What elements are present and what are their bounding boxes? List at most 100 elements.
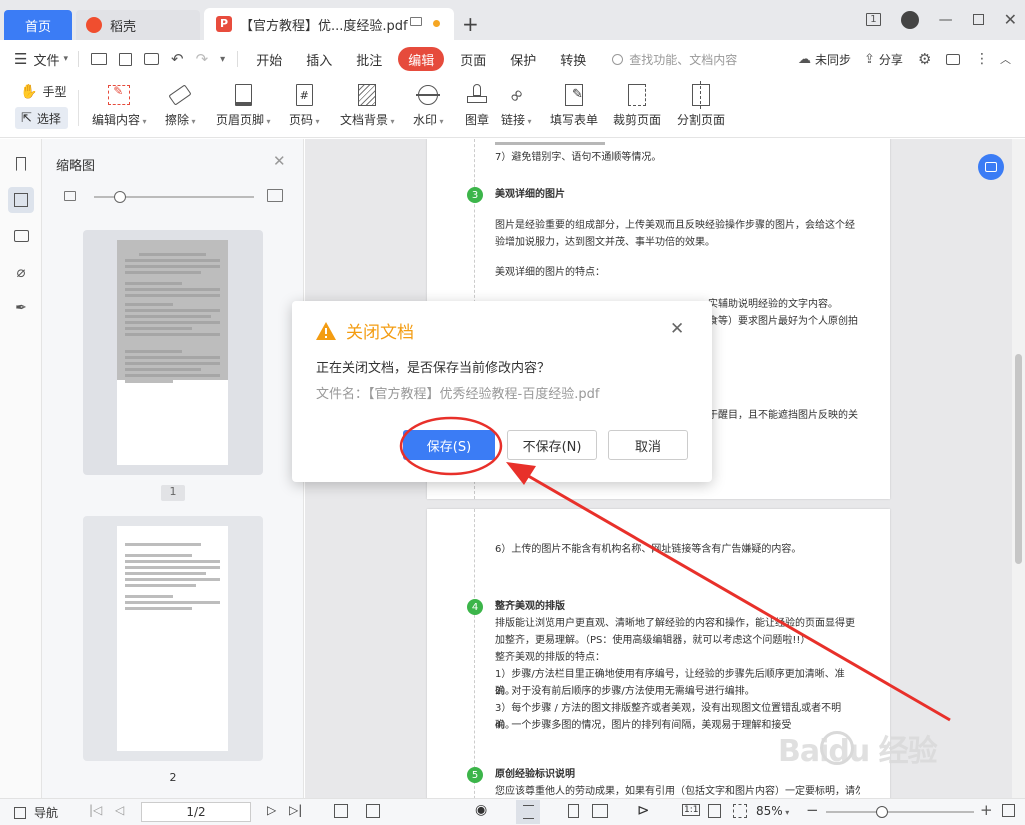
ribbon-toolbar: ✋ 手型 ⇱ 选择 ✎ 编辑内容 ▾ 擦除 ▾ 页眉页脚 ▾ # 页码 ▾ 文档…	[0, 78, 1025, 138]
cancel-button[interactable]: 取消	[608, 430, 688, 460]
text-fragment-2: 食等）要求图片最好为个人原创拍	[708, 316, 858, 327]
prev-page-icon[interactable]: ◁	[115, 803, 124, 817]
comment-icon[interactable]	[946, 53, 960, 65]
zoom-out-icon[interactable]: −	[806, 801, 819, 819]
thumbnail-page-1[interactable]	[83, 230, 263, 475]
menu-page[interactable]: 页面	[448, 47, 498, 71]
close-window-icon[interactable]: ✕	[1004, 10, 1017, 29]
zoom-slider[interactable]	[826, 806, 974, 818]
sync-label: 未同步	[815, 52, 852, 67]
watermark-icon	[415, 82, 441, 108]
thumbnail-icon[interactable]	[8, 187, 34, 213]
tab-home[interactable]: 首页	[4, 10, 72, 40]
zoom-settings-icon[interactable]	[733, 804, 747, 818]
thumbnail-page-2-image	[117, 526, 228, 751]
save-button[interactable]: 保存(S)	[403, 430, 495, 460]
thumbnail-page-1-number: 1	[161, 485, 185, 501]
open-folder-icon[interactable]	[91, 53, 107, 65]
header-footer-button[interactable]: 页眉页脚 ▾	[216, 82, 271, 128]
sync-button[interactable]: ☁ 未同步	[798, 51, 851, 68]
print-icon[interactable]	[144, 53, 159, 65]
small-image-icon[interactable]	[64, 191, 76, 201]
watermark-label: 水印 ▾	[413, 113, 444, 127]
page-input[interactable]: 1/2	[141, 802, 251, 822]
maximize-icon[interactable]	[972, 14, 984, 25]
collapse-ribbon-icon[interactable]: ︿	[1000, 51, 1011, 67]
erase-button[interactable]: 擦除 ▾	[165, 82, 196, 128]
baidu-watermark: Baidu 经验	[778, 726, 938, 770]
new-tab-icon[interactable]: +	[462, 12, 479, 36]
share-button[interactable]: ⇪ 分享	[864, 51, 903, 68]
dont-save-button[interactable]: 不保存(N)	[507, 430, 597, 460]
vertical-scrollbar[interactable]	[1012, 139, 1025, 798]
next-page-icon[interactable]: ▷	[267, 803, 276, 817]
split-page-button[interactable]: 分割页面	[677, 81, 725, 128]
avatar[interactable]	[900, 10, 919, 29]
step-3-badge: 3	[467, 187, 483, 203]
page-number-button[interactable]: # 页码 ▾	[289, 82, 320, 128]
menu-insert[interactable]: 插入	[294, 47, 344, 71]
tab-wps[interactable]: 稻壳	[76, 10, 200, 40]
tab-document[interactable]: P 【官方教程】优...度经验.pdf	[204, 8, 454, 40]
zoom-level[interactable]: 85% ▾	[756, 804, 789, 818]
hamburger-icon[interactable]: ☰	[14, 50, 27, 68]
search-bar[interactable]: 查找功能、文档内容	[612, 51, 737, 68]
enter-icon[interactable]	[366, 804, 380, 818]
scrollbar-thumb[interactable]	[1015, 354, 1022, 564]
navigation-toggle[interactable]: 导航	[14, 804, 58, 821]
redo-icon[interactable]: ↷	[196, 50, 209, 68]
monitor-icon[interactable]	[410, 17, 422, 26]
first-page-icon[interactable]: |◁	[89, 803, 102, 817]
fullscreen-icon[interactable]	[1002, 804, 1015, 817]
more-dropdown-icon[interactable]: ▾	[220, 54, 225, 65]
floating-translate-button[interactable]	[978, 154, 1004, 180]
fit-page-icon[interactable]	[708, 804, 721, 818]
dialog-close-icon[interactable]: ✕	[670, 319, 684, 339]
thumbnail-page-2[interactable]	[83, 516, 263, 761]
bookmark-icon[interactable]	[8, 151, 34, 177]
hand-tool[interactable]: ✋ 手型	[20, 83, 66, 100]
minimize-icon[interactable]: —	[939, 12, 953, 28]
link-button[interactable]: ∞ 链接 ▾	[501, 82, 532, 128]
select-tool[interactable]: ⇱ 选择	[15, 107, 68, 129]
attachment-icon[interactable]: ⌀	[8, 259, 34, 285]
actual-size-icon[interactable]: 1:1	[682, 804, 701, 816]
large-image-icon[interactable]	[267, 189, 283, 202]
double-page-icon[interactable]	[592, 804, 608, 818]
watermark-button[interactable]: 水印 ▾	[413, 82, 444, 128]
step-3-paragraph: 图片是经验重要的组成部分，上传美观而且反映经验操作步骤的图片，会给这个经验增加说…	[495, 220, 855, 248]
comment-panel-icon[interactable]	[8, 223, 34, 249]
single-page-icon[interactable]	[568, 804, 579, 818]
more-options-icon[interactable]: ⋮	[975, 51, 989, 67]
thumbnail-size-slider[interactable]	[94, 191, 254, 203]
eye-protection-icon[interactable]: ◉	[475, 802, 487, 818]
signature-icon[interactable]: ✒	[8, 295, 34, 321]
header-footer-icon	[230, 82, 256, 108]
menu-start[interactable]: 开始	[244, 47, 294, 71]
window-count-icon[interactable]: 1	[866, 13, 881, 26]
continuous-view-icon[interactable]	[516, 800, 540, 824]
doc-background-button[interactable]: 文档背景 ▾	[340, 82, 395, 128]
fill-form-button[interactable]: ✎ 填写表单	[550, 82, 598, 128]
save-icon[interactable]	[119, 52, 132, 66]
settings-gear-icon[interactable]: ⚙	[918, 50, 931, 68]
slider-thumb[interactable]	[114, 191, 126, 203]
zoom-in-icon[interactable]: +	[980, 801, 993, 819]
menu-file[interactable]: 文件 ▾	[27, 47, 72, 71]
edit-content-button[interactable]: ✎ 编辑内容 ▾	[92, 82, 147, 128]
play-icon[interactable]: ⊳	[637, 801, 650, 819]
menu-comment[interactable]: 批注	[344, 47, 394, 71]
zoom-slider-thumb[interactable]	[876, 806, 888, 818]
close-panel-icon[interactable]: ✕	[273, 152, 286, 170]
crop-page-button[interactable]: 裁剪页面	[613, 82, 661, 128]
menu-edit[interactable]: 编辑	[398, 47, 445, 71]
hand-icon: ✋	[20, 83, 38, 100]
undo-icon[interactable]: ↶	[171, 50, 184, 68]
stamp-button[interactable]: 图章	[464, 82, 490, 128]
menu-convert[interactable]: 转换	[548, 47, 598, 71]
menu-protect[interactable]: 保护	[498, 47, 548, 71]
exit-icon[interactable]	[334, 804, 348, 818]
stamp-icon	[464, 82, 490, 108]
last-page-icon[interactable]: ▷|	[289, 803, 302, 817]
link-label: 链接 ▾	[501, 113, 532, 127]
